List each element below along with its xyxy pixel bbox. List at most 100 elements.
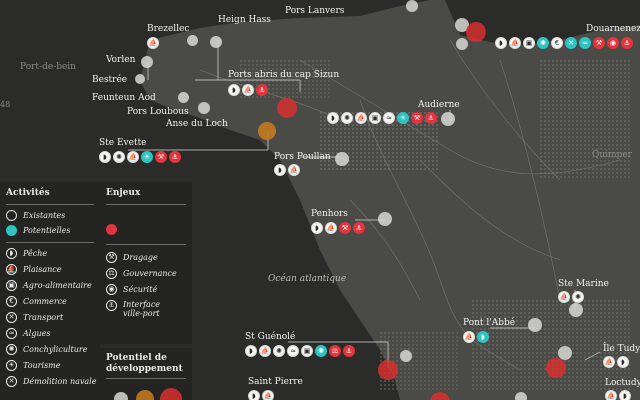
port-marker-pors-lanvers[interactable]: [406, 0, 418, 12]
harbor-icon: ⚓: [169, 151, 181, 163]
place-anse-du-loch: Anse du Loch: [166, 119, 228, 129]
port-marker-audierne-area[interactable]: [277, 98, 297, 118]
factory-icon: ▣: [301, 345, 313, 357]
shell-icon: ✺: [537, 37, 549, 49]
shell-icon: ✺: [315, 345, 327, 357]
port-marker-ste-evette[interactable]: [258, 122, 276, 140]
legend-dragage-label: Dragage: [123, 253, 158, 262]
sailboat-icon: ⛵: [288, 164, 300, 176]
place-ste-marine: Ste Marine: [558, 279, 609, 289]
legend-potential-title: Potentiel de développement: [106, 353, 183, 374]
seaweed-icon: ≈: [579, 37, 591, 49]
place-audierne: Audierne: [418, 100, 460, 110]
legend-activities-title: Activités: [6, 188, 50, 198]
shell-icon: ✺: [6, 344, 17, 355]
legend-potential-panel: Potentiel de développement: [100, 348, 192, 400]
port-marker-st-guenole-2[interactable]: [400, 350, 412, 362]
dredge-icon: ⚒: [106, 252, 117, 263]
legend-conchyliculture: ✺ Conchyliculture: [6, 344, 87, 355]
place-douarnenez: Douarnenez: [586, 24, 640, 34]
port-marker-douarnenez-2[interactable]: [466, 22, 486, 42]
shell-icon: ✺: [113, 151, 125, 163]
legend-peche: ◗ Pêche: [6, 248, 47, 259]
icons-loctudy: ⛵ ◗: [605, 390, 631, 400]
port-marker-vorlen[interactable]: [141, 56, 153, 68]
ship-icon: ✕: [565, 37, 577, 49]
seaweed-icon: ≈: [6, 328, 17, 339]
harbor-icon: ⚓: [106, 300, 117, 311]
port-marker-ile-tudy-2[interactable]: [546, 358, 566, 378]
legend-interface: ⚓ Interface ville-port: [106, 300, 173, 318]
legend-peche-label: Pêche: [23, 249, 48, 258]
fish-icon: ◗: [228, 84, 240, 96]
icons-penhors: ◗ ⛵ ⚒ ⚓: [311, 222, 365, 234]
place-ports-abris: Ports abris du cap Sizun: [228, 70, 340, 80]
legend-plaisance-label: Plaisance: [23, 265, 62, 274]
fish-icon: ◗: [617, 356, 629, 368]
place-feunteun-aod: Feunteun Aod: [92, 93, 156, 103]
icons-ste-evette: ◗ ✺ ⛵ ☀ ⚒ ⚓: [99, 151, 181, 163]
port-marker-brezellec[interactable]: [187, 35, 198, 46]
icons-douarnenez: ◗ ⛵ ▣ ✺ € ✕ ≈ ⚒ ◉ ⚓: [495, 37, 633, 49]
icons-ports-abris: ◗ ⛵ ⚓: [228, 84, 268, 96]
port-marker-bestree[interactable]: [135, 74, 145, 84]
existing-swatch-icon: [6, 210, 17, 221]
place-heign-hass: Heign Hass: [218, 15, 271, 25]
harbor-icon: ⚓: [256, 84, 268, 96]
place-pont-labbe: Pont l'Abbé: [463, 318, 516, 328]
euro-icon: €: [551, 37, 563, 49]
legend-divider: [6, 204, 94, 205]
potential-high-swatch: [160, 388, 182, 400]
sailboat-icon: ⛵: [242, 84, 254, 96]
map-canvas[interactable]: Brezellec Heign Hass Pors Lanvers Port-d…: [0, 0, 640, 400]
port-marker-penhors[interactable]: [378, 212, 392, 226]
legend-conchyliculture-label: Conchyliculture: [23, 345, 88, 354]
gavel-icon: ⚖: [106, 268, 117, 279]
legend-dragage: ⚒ Dragage: [106, 252, 158, 263]
place-ile-tudy: Île Tudy: [603, 344, 640, 354]
harbor-icon: ⚓: [621, 37, 633, 49]
fish-icon: ◗: [245, 345, 257, 357]
port-marker-pors-poullan[interactable]: [335, 152, 349, 166]
legend-divider: [6, 242, 94, 243]
fish-icon: ◗: [311, 222, 323, 234]
sailboat-icon: ⛵: [605, 390, 617, 400]
factory-icon: ▣: [6, 280, 17, 291]
lifebuoy-icon: ◉: [607, 37, 619, 49]
legend-algues-label: Algues: [23, 329, 51, 338]
sun-icon: ☀: [141, 151, 153, 163]
legend-demolition-label: Démolition navale: [23, 377, 97, 386]
port-marker-south[interactable]: [515, 392, 527, 400]
port-marker-ste-marine[interactable]: [569, 303, 583, 317]
icons-pont-labbe: ⛵ ◗: [463, 331, 489, 343]
icons-brezellec: ⛵: [147, 37, 159, 49]
sailboat-icon: ⛵: [603, 356, 615, 368]
sailboat-icon: ⛵: [262, 390, 274, 400]
sailboat-icon: ⛵: [6, 264, 17, 275]
factory-icon: ▣: [369, 112, 381, 124]
icons-ile-tudy: ⛵ ◗: [603, 356, 629, 368]
place-bestree: Bestrée: [92, 75, 128, 85]
legend-demolition: ✕ Démolition navale: [6, 376, 96, 387]
port-marker-heign-hass[interactable]: [210, 36, 222, 48]
legend-gouvernance: ⚖ Gouvernance: [106, 268, 177, 279]
harbor-icon: ⚓: [353, 222, 365, 234]
port-marker-douarnenez-3[interactable]: [456, 38, 468, 50]
legend-plaisance: ⛵ Plaisance: [6, 264, 62, 275]
place-loctudy: Loctudy: [605, 378, 640, 388]
place-ste-evette: Ste Evette: [99, 138, 147, 148]
sailboat-icon: ⛵: [147, 37, 159, 49]
port-marker-pont-labbe[interactable]: [528, 318, 542, 332]
legend-divider: [106, 244, 186, 245]
port-marker-st-guenole[interactable]: [378, 360, 398, 380]
port-marker-anse-du-loch[interactable]: [198, 102, 210, 114]
shell-icon: ✺: [572, 291, 584, 303]
port-marker-audierne[interactable]: [441, 112, 455, 126]
legend-gouvernance-label: Gouvernance: [123, 269, 177, 278]
legend-transport: ✕ Transport: [6, 312, 63, 323]
fish-icon: ◗: [99, 151, 111, 163]
shell-icon: ✺: [341, 112, 353, 124]
potential-low-swatch: [114, 392, 128, 400]
port-marker-pors-loubous[interactable]: [178, 92, 189, 103]
dredge-icon: ⚒: [411, 112, 423, 124]
